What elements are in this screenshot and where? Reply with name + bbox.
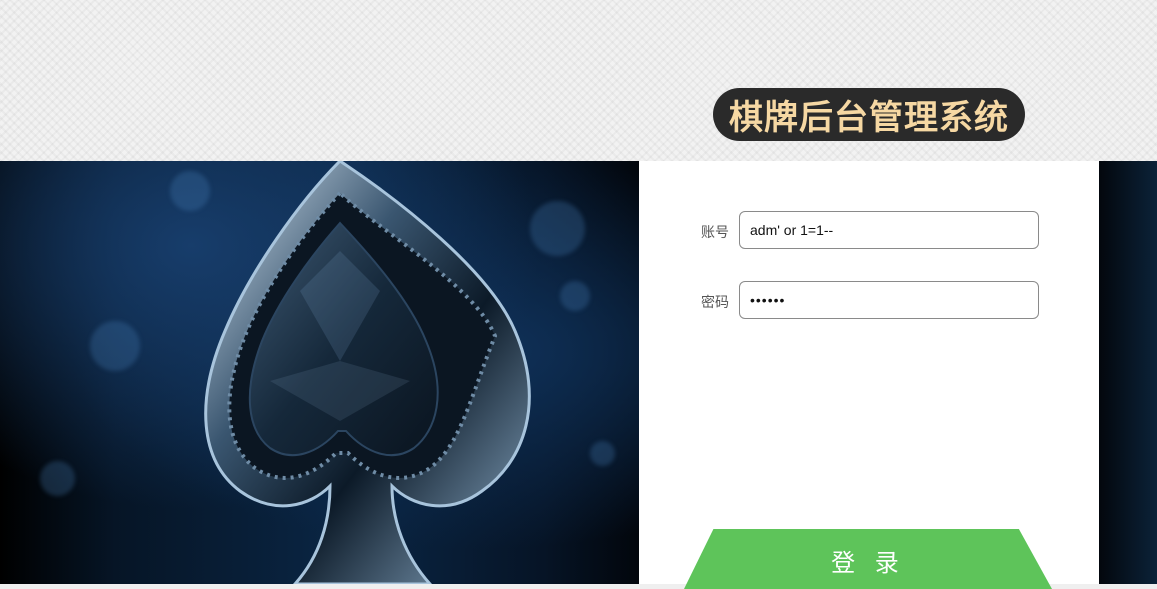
password-label: 密码	[701, 295, 729, 311]
page-title: 棋牌后台管理系统	[729, 98, 1009, 138]
login-panel: 账号 密码 登 录	[639, 161, 1099, 589]
password-input[interactable]	[739, 281, 1039, 319]
username-label: 账号	[701, 225, 729, 241]
system-title-badge: 棋牌后台管理系统	[713, 88, 1025, 141]
username-input[interactable]	[739, 211, 1039, 249]
hero-image-edge	[1099, 161, 1157, 584]
spade-icon	[204, 161, 531, 584]
hero-image	[0, 161, 639, 584]
login-button-label: 登 录	[831, 549, 905, 577]
login-button[interactable]: 登 录	[684, 529, 1052, 589]
